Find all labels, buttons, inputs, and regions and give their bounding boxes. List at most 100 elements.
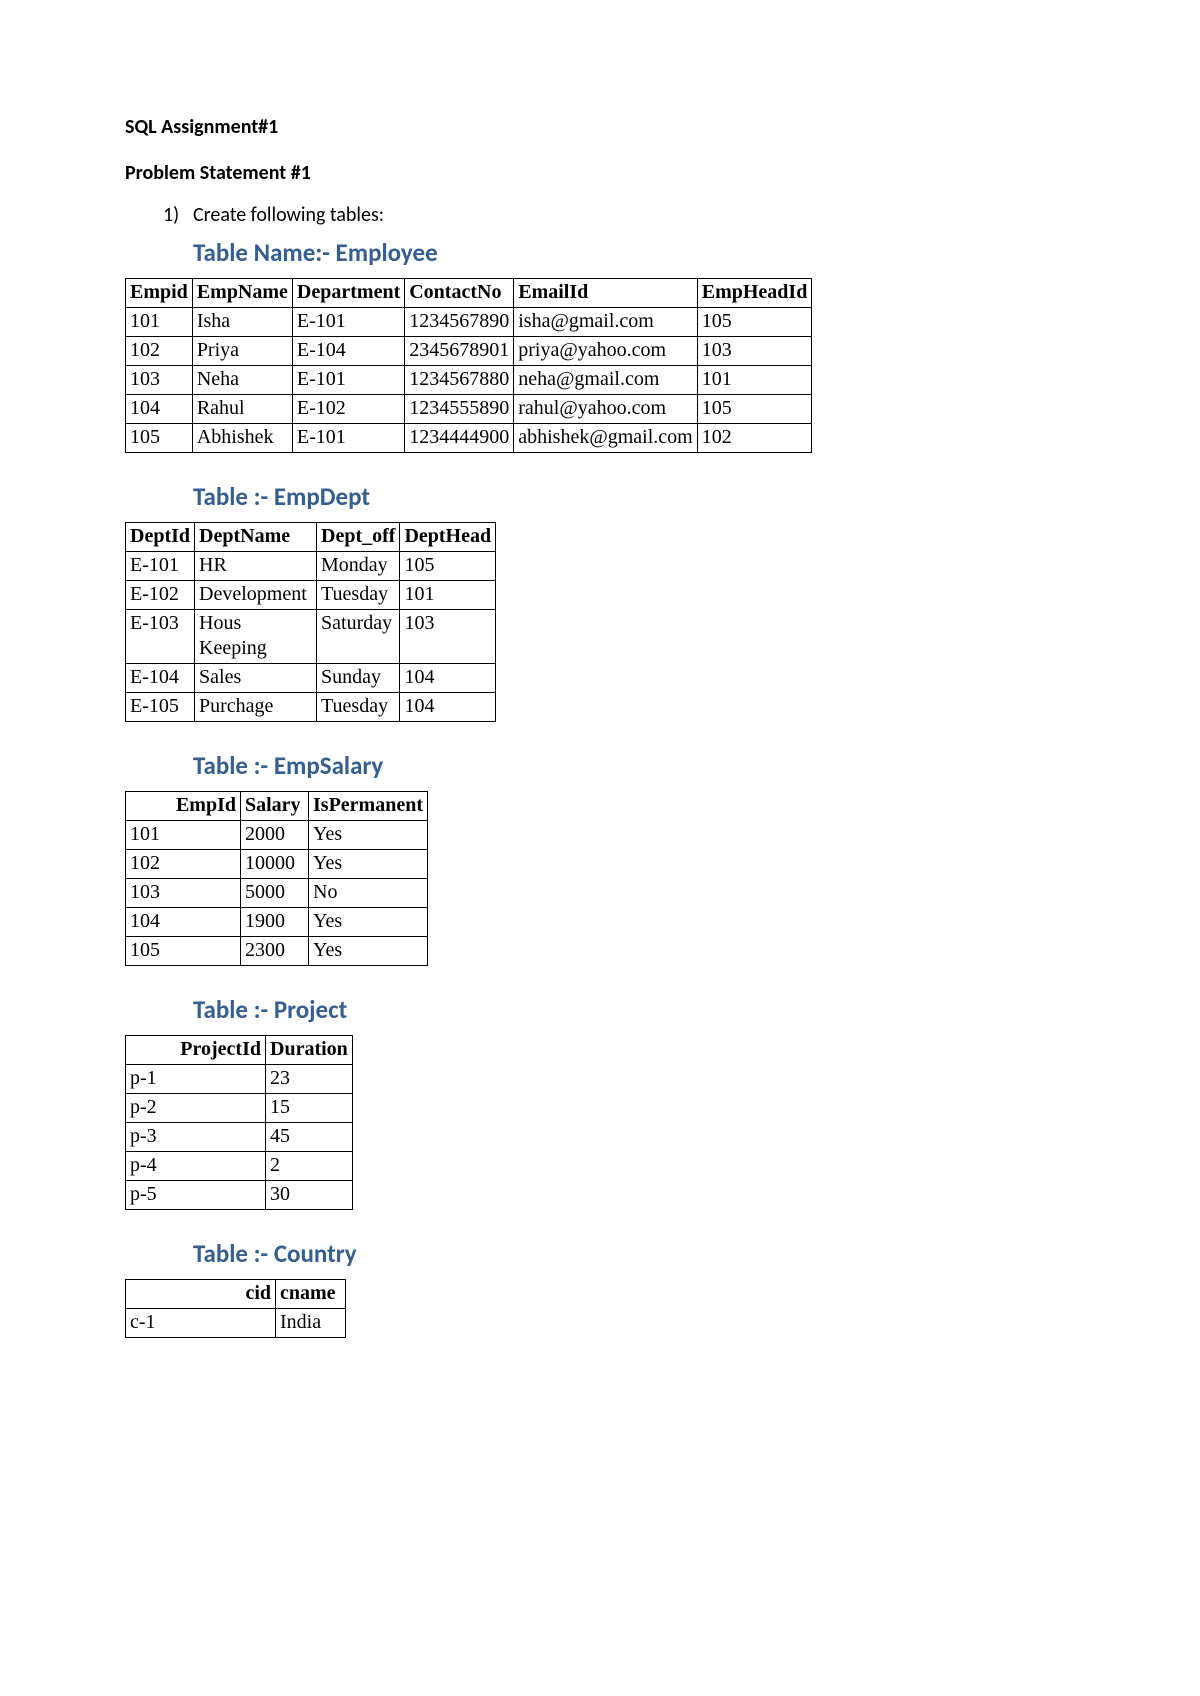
cell: 105 xyxy=(697,308,812,337)
cell: Yes xyxy=(309,937,428,966)
cell: 105 xyxy=(400,552,496,581)
cell: 103 xyxy=(126,366,193,395)
cell: 23 xyxy=(266,1065,353,1094)
list-text: Create following tables: xyxy=(193,203,384,227)
cell: p-2 xyxy=(126,1094,266,1123)
table-header-row: Empid EmpName Department ContactNo Email… xyxy=(126,279,812,308)
cell: rahul@yahoo.com xyxy=(514,395,698,424)
cell: Priya xyxy=(192,337,292,366)
cell: E-105 xyxy=(126,693,195,722)
list-item: 1) Create following tables: xyxy=(163,203,1075,227)
cell: E-104 xyxy=(292,337,404,366)
cell: p-3 xyxy=(126,1123,266,1152)
cell: 103 xyxy=(697,337,812,366)
cell: 104 xyxy=(126,395,193,424)
table-row: 104RahulE-1021234555890rahul@yahoo.com10… xyxy=(126,395,812,424)
cell: 1234444900 xyxy=(405,424,514,453)
col-header: EmpHeadId xyxy=(697,279,812,308)
cell: 101 xyxy=(126,821,241,850)
col-header: ContactNo xyxy=(405,279,514,308)
table-row: p-215 xyxy=(126,1094,353,1123)
table-row: 1035000No xyxy=(126,879,428,908)
col-header: DeptName xyxy=(195,523,317,552)
table-row: 105AbhishekE-1011234444900abhishek@gmail… xyxy=(126,424,812,453)
col-header: IsPermanent xyxy=(309,792,428,821)
list-marker: 1) xyxy=(163,203,193,227)
col-header: DeptId xyxy=(126,523,195,552)
table-header-row: ProjectId Duration xyxy=(126,1036,353,1065)
table-row: 10210000Yes xyxy=(126,850,428,879)
table-header-row: DeptId DeptName Dept_off DeptHead xyxy=(126,523,496,552)
table-row: p-530 xyxy=(126,1181,353,1210)
cell: 104 xyxy=(400,693,496,722)
cell: 2000 xyxy=(241,821,309,850)
cell: Development xyxy=(195,581,317,610)
table-empsalary: EmpId Salary IsPermanent 1012000Yes 1021… xyxy=(125,791,428,966)
table-heading-empdept: Table :- EmpDept xyxy=(193,481,1075,512)
cell: E-104 xyxy=(126,664,195,693)
cell: E-101 xyxy=(292,366,404,395)
cell: 2 xyxy=(266,1152,353,1181)
table-row: 1041900Yes xyxy=(126,908,428,937)
cell: E-102 xyxy=(126,581,195,610)
page-title: SQL Assignment#1 xyxy=(125,115,1075,139)
cell: Tuesday xyxy=(317,581,400,610)
table-employee: Empid EmpName Department ContactNo Email… xyxy=(125,278,812,453)
cell: 45 xyxy=(266,1123,353,1152)
table-project: ProjectId Duration p-123 p-215 p-345 p-4… xyxy=(125,1035,353,1210)
cell: Sales xyxy=(195,664,317,693)
cell: 105 xyxy=(126,424,193,453)
cell: India xyxy=(276,1309,346,1338)
cell: 1234567890 xyxy=(405,308,514,337)
table-row: c-1India xyxy=(126,1309,346,1338)
table-row: 1052300Yes xyxy=(126,937,428,966)
cell: 101 xyxy=(400,581,496,610)
table-row: 101IshaE-1011234567890isha@gmail.com105 xyxy=(126,308,812,337)
cell: p-5 xyxy=(126,1181,266,1210)
cell: 104 xyxy=(400,664,496,693)
cell: isha@gmail.com xyxy=(514,308,698,337)
table-row: 1012000Yes xyxy=(126,821,428,850)
cell: E-102 xyxy=(292,395,404,424)
cell: p-4 xyxy=(126,1152,266,1181)
cell: HR xyxy=(195,552,317,581)
table-heading-employee: Table Name:- Employee xyxy=(193,237,1075,268)
cell: 104 xyxy=(126,908,241,937)
cell: 103 xyxy=(400,610,496,664)
cell: Neha xyxy=(192,366,292,395)
table-country: cid cname c-1India xyxy=(125,1279,346,1338)
cell: p-1 xyxy=(126,1065,266,1094)
cell: E-103 xyxy=(126,610,195,664)
col-header: cid xyxy=(126,1280,276,1309)
cell: 103 xyxy=(126,879,241,908)
table-row: E-104SalesSunday104 xyxy=(126,664,496,693)
col-header: EmpName xyxy=(192,279,292,308)
cell: 30 xyxy=(266,1181,353,1210)
cell: E-101 xyxy=(292,308,404,337)
table-row: E-105PurchageTuesday104 xyxy=(126,693,496,722)
col-header: Dept_off xyxy=(317,523,400,552)
cell: 102 xyxy=(697,424,812,453)
table-row: p-42 xyxy=(126,1152,353,1181)
cell: 102 xyxy=(126,850,241,879)
cell: 105 xyxy=(697,395,812,424)
table-header-row: cid cname xyxy=(126,1280,346,1309)
cell: 101 xyxy=(126,308,193,337)
cell: abhishek@gmail.com xyxy=(514,424,698,453)
table-row: 102PriyaE-1042345678901priya@yahoo.com10… xyxy=(126,337,812,366)
cell: 1234567880 xyxy=(405,366,514,395)
cell: Abhishek xyxy=(192,424,292,453)
cell: Yes xyxy=(309,908,428,937)
cell: Yes xyxy=(309,850,428,879)
table-row: p-345 xyxy=(126,1123,353,1152)
cell: 2300 xyxy=(241,937,309,966)
cell: priya@yahoo.com xyxy=(514,337,698,366)
cell: 1900 xyxy=(241,908,309,937)
cell: Saturday xyxy=(317,610,400,664)
cell: 102 xyxy=(126,337,193,366)
table-heading-project: Table :- Project xyxy=(193,994,1075,1025)
cell: 15 xyxy=(266,1094,353,1123)
col-header: Department xyxy=(292,279,404,308)
col-header: EmailId xyxy=(514,279,698,308)
table-empdept: DeptId DeptName Dept_off DeptHead E-101H… xyxy=(125,522,496,722)
